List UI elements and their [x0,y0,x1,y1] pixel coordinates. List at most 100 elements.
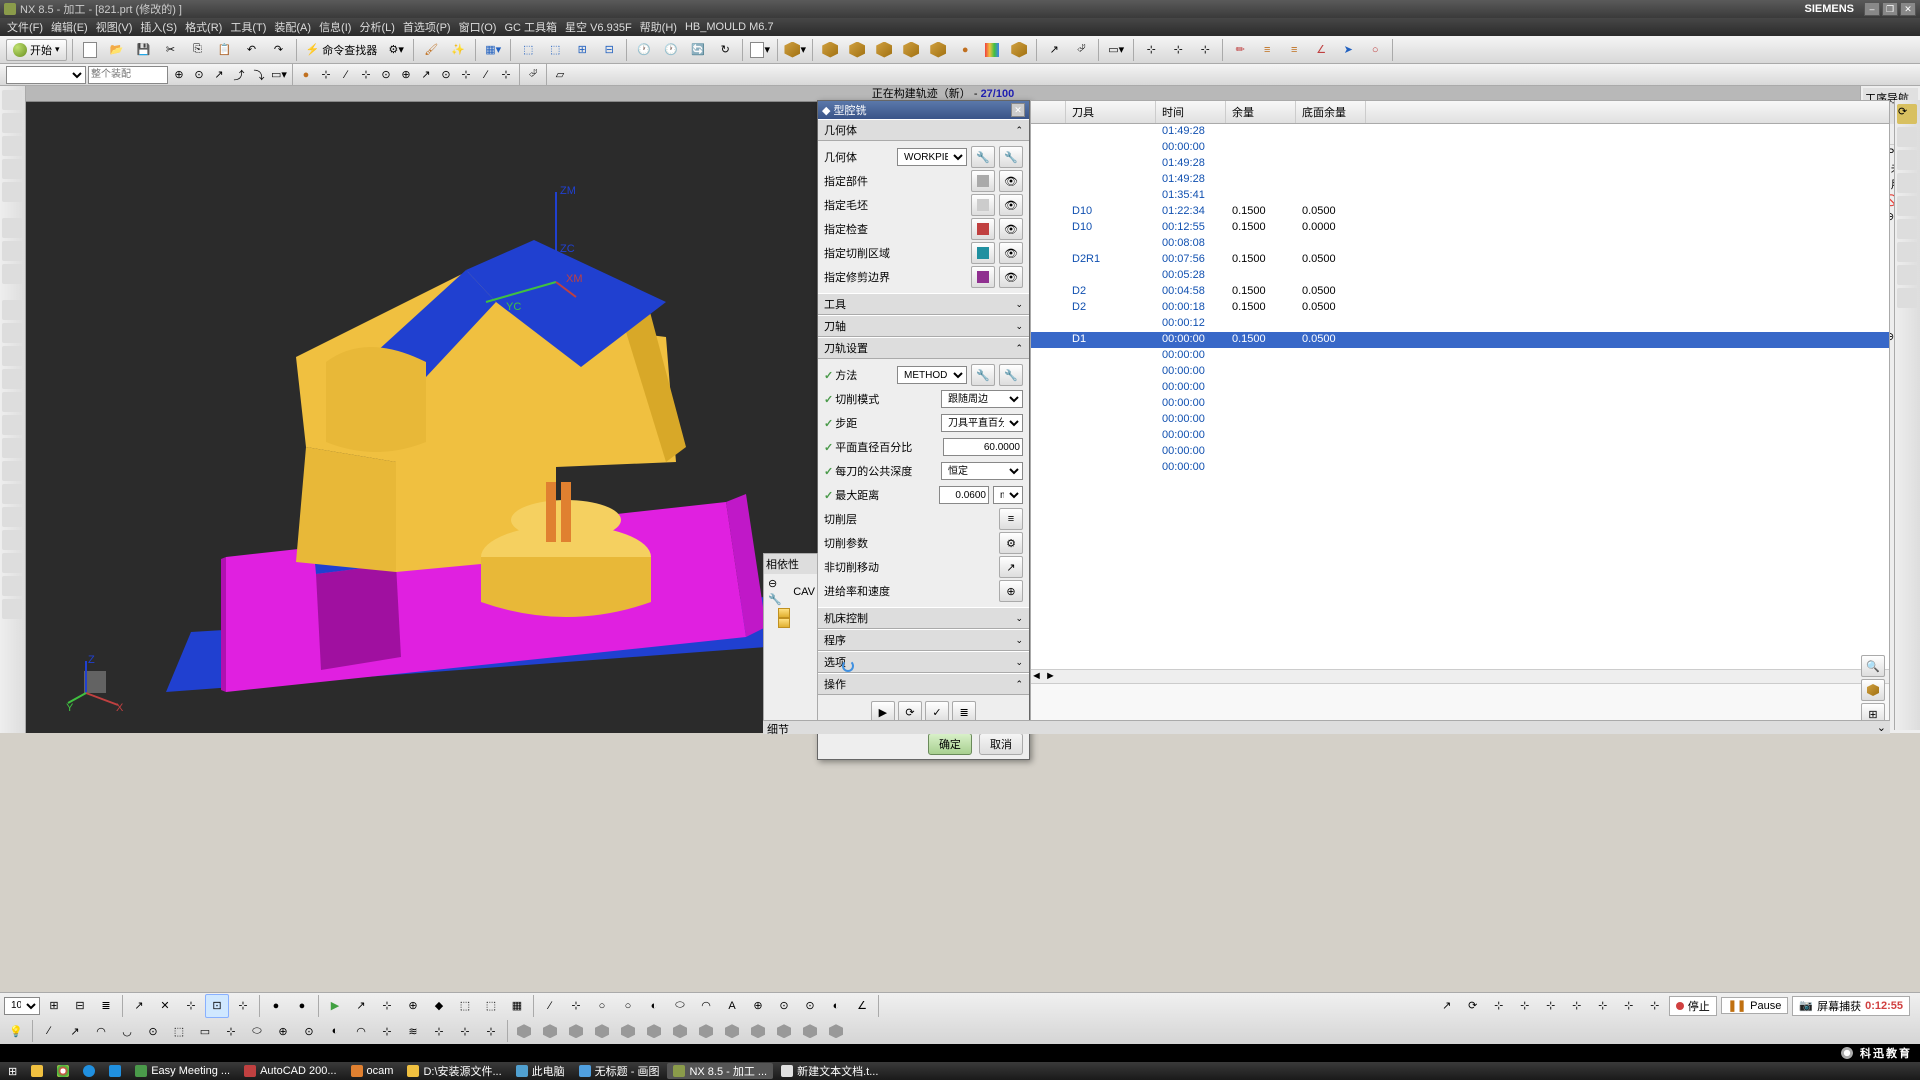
c14[interactable]: ⊹ [375,1019,399,1043]
bt41[interactable]: ⟳ [1461,994,1485,1018]
th-rem[interactable]: 余量 [1226,101,1296,123]
menu-starair[interactable]: 星空 V6.935F [562,19,635,35]
snap5-icon[interactable]: ⊕ [397,66,415,84]
taskbar-item[interactable]: Easy Meeting ... [129,1063,236,1079]
cube-b7[interactable] [668,1019,692,1043]
method-select[interactable]: METHOD [897,366,967,384]
section-prog[interactable]: 程序⌄ [818,629,1029,651]
redo-button[interactable]: ↷ [267,38,291,62]
tool-more[interactable]: ⚙▾ [384,38,408,62]
spin-select[interactable]: 10 [4,997,40,1015]
task-app2[interactable] [103,1063,127,1079]
cube-button[interactable]: ▾ [783,38,807,62]
paste-button[interactable]: 📋 [213,38,237,62]
opt1-icon[interactable]: ⊕ [170,66,188,84]
cutlevel-button[interactable]: ≡ [999,508,1023,530]
noncut-button[interactable]: ↗ [999,556,1023,578]
menu-help[interactable]: 帮助(H) [637,19,680,35]
bt16[interactable]: ⬚ [453,994,477,1018]
c18[interactable]: ⊹ [479,1019,503,1043]
cube-b13[interactable] [824,1019,848,1043]
table-row[interactable]: 00:00:00 [1031,348,1889,364]
lines-icon[interactable]: ≡ [1255,38,1279,62]
bt22[interactable]: ○ [616,994,640,1018]
brush-icon[interactable]: 🖌 [419,38,443,62]
minimize-button[interactable]: – [1864,2,1880,16]
opt4-icon[interactable]: ⤴ [230,66,248,84]
section-tool[interactable]: 工具⌄ [818,293,1029,315]
sel3-icon[interactable]: ⊞ [570,38,594,62]
vtool17[interactable] [2,484,22,504]
bt26[interactable]: A [720,994,744,1018]
area-display[interactable]: 👁 [999,242,1023,264]
angle-icon[interactable]: ∠ [1309,38,1333,62]
c11[interactable]: ⊙ [297,1019,321,1043]
taskbar-item[interactable]: AutoCAD 200... [238,1063,342,1079]
copy-button[interactable]: ⎘ [186,38,210,62]
th-bot[interactable]: 底面余量 [1296,101,1366,123]
taskbar-item[interactable]: D:\安装源文件... [401,1063,507,1079]
bt42[interactable]: ⊹ [1487,994,1511,1018]
cube-b11[interactable] [772,1019,796,1043]
bt20[interactable]: ⊹ [564,994,588,1018]
cube1-icon[interactable] [818,38,842,62]
search-button[interactable]: 🔍 [1861,655,1885,677]
cube6-icon[interactable] [1007,38,1031,62]
menu-assembly[interactable]: 装配(A) [271,19,314,35]
opt3-icon[interactable]: ↗ [210,66,228,84]
pt3-icon[interactable]: ⊹ [1193,38,1217,62]
c10[interactable]: ⊕ [271,1019,295,1043]
start-menu[interactable]: ⊞ [2,1063,23,1079]
close-button[interactable]: ✕ [1900,2,1916,16]
c2[interactable]: ↗ [63,1019,87,1043]
hist1-icon[interactable]: 🕐 [632,38,656,62]
table-row[interactable]: 00:00:00 [1031,444,1889,460]
vtool1[interactable] [2,90,22,110]
table-row[interactable]: 00:00:00 [1031,140,1889,156]
table-row[interactable]: D1000:12:550.15000.0000 [1031,220,1889,236]
cube-b6[interactable] [642,1019,666,1043]
snap8-icon[interactable]: ⊹ [457,66,475,84]
hist4-icon[interactable]: ↻ [713,38,737,62]
bt12[interactable]: ↗ [349,994,373,1018]
bt46[interactable]: ⊹ [1591,994,1615,1018]
menu-edit[interactable]: 编辑(E) [48,19,91,35]
taskbar-item[interactable]: ocam [345,1063,400,1079]
table-row[interactable]: 00:00:00 [1031,460,1889,476]
c17[interactable]: ⊹ [453,1019,477,1043]
vtool11[interactable] [2,346,22,366]
c12[interactable]: ◐ [323,1019,347,1043]
bt7[interactable]: ⊡ [205,994,229,1018]
vtool4[interactable] [2,159,22,179]
bt18[interactable]: ▦ [505,994,529,1018]
c3[interactable]: ◠ [89,1019,113,1043]
bt25[interactable]: ◠ [694,994,718,1018]
task-app[interactable] [77,1063,101,1079]
vtool7[interactable] [2,241,22,261]
cube-b1[interactable] [512,1019,536,1043]
bt6[interactable]: ⊹ [179,994,203,1018]
bt14[interactable]: ⊕ [401,994,425,1018]
table-scroll-h[interactable]: ◄ ► [1031,669,1889,683]
c8[interactable]: ⊹ [219,1019,243,1043]
cutmode-select[interactable]: 跟随周边 [941,390,1023,408]
rvt1[interactable]: ⟳ [1897,104,1917,124]
cursor2-icon[interactable]: ⮰ [524,66,542,84]
detail-band[interactable]: 细节⌄ [763,720,1890,734]
cube-b4[interactable] [590,1019,614,1043]
table-row[interactable]: D2R100:07:560.15000.0500 [1031,252,1889,268]
bt47[interactable]: ⊹ [1617,994,1641,1018]
save-button[interactable]: 💾 [132,38,156,62]
snap3-icon[interactable]: ⊹ [357,66,375,84]
cutparam-button[interactable]: ⚙ [999,532,1023,554]
opt6-icon[interactable]: ▭▾ [270,66,288,84]
geometry-select[interactable]: WORKPIECE [897,148,967,166]
lines2-icon[interactable]: ≡ [1282,38,1306,62]
bt44[interactable]: ⊹ [1539,994,1563,1018]
table-row[interactable]: 01:49:28 [1031,124,1889,140]
cube-b2[interactable] [538,1019,562,1043]
table-row[interactable]: 01:35:41 [1031,188,1889,204]
filter-input[interactable] [88,66,168,84]
bt10[interactable]: ● [290,994,314,1018]
arrow-icon[interactable]: ↗ [1042,38,1066,62]
